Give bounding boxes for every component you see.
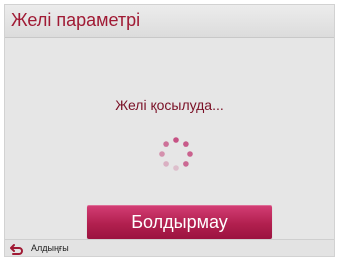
cancel-button[interactable]: Болдырмау (87, 205, 272, 239)
dialog-footer: Алдыңғы (5, 239, 334, 256)
return-arrow-icon (10, 242, 24, 255)
spinner-icon (156, 134, 196, 174)
dialog-title: Желі параметрі (11, 10, 141, 30)
back-label: Алдыңғы (31, 243, 69, 253)
network-settings-dialog: Желі параметрі Желі қосылуда... Болдырма… (4, 4, 335, 257)
back-button[interactable]: Алдыңғы (10, 241, 69, 255)
connection-status: Желі қосылуда... (115, 97, 224, 113)
dialog-header: Желі параметрі (5, 5, 334, 38)
